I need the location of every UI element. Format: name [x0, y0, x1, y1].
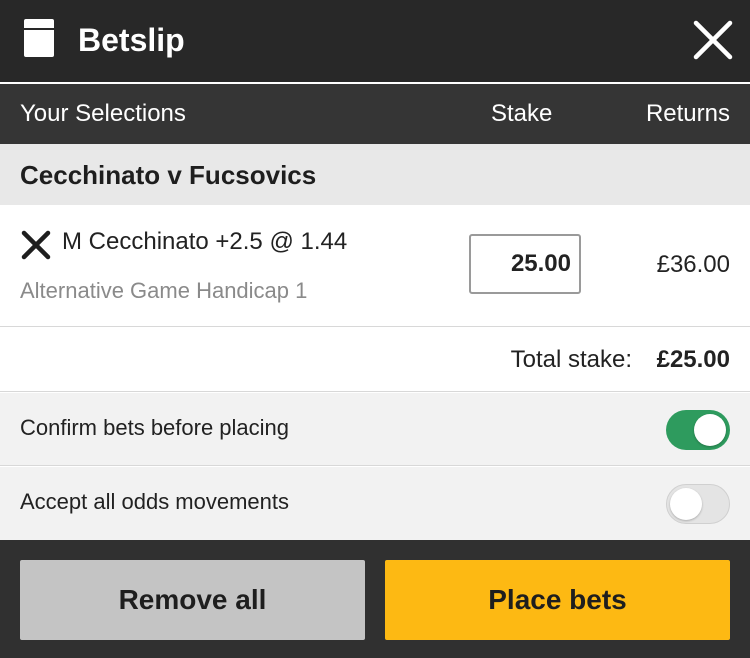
column-header-stake: Stake: [491, 100, 553, 127]
toggle-knob: [670, 488, 702, 520]
stake-input[interactable]: [469, 234, 581, 294]
accept-odds-toggle[interactable]: [666, 484, 730, 524]
event-header: Cecchinato v Fucsovics: [0, 144, 750, 205]
betslip-footer: Remove all Place bets: [0, 540, 750, 658]
selection-row: M Cecchinato +2.5 @ 1.44 Alternative Gam…: [0, 205, 750, 327]
place-bets-button[interactable]: Place bets: [385, 560, 730, 640]
close-icon: [693, 20, 733, 60]
toggle-knob: [694, 414, 726, 446]
total-stake-row: Total stake: £25.00: [0, 328, 750, 392]
page-title: Betslip: [78, 22, 185, 58]
betslip-titlebar: Betslip: [0, 0, 750, 82]
event-name: Cecchinato v Fucsovics: [20, 160, 317, 190]
remove-all-button[interactable]: Remove all: [20, 560, 365, 640]
remove-selection-button[interactable]: [20, 229, 52, 261]
column-header-row: Your Selections Stake Returns: [0, 84, 750, 144]
selection-name: M Cecchinato +2.5 @ 1.44: [62, 228, 348, 255]
remove-icon: [21, 230, 51, 260]
betslip-icon: [24, 19, 54, 57]
confirm-bets-label: Confirm bets before placing: [20, 415, 290, 440]
accept-odds-label: Accept all odds movements: [20, 489, 290, 514]
option-row-confirm-bets: Confirm bets before placing: [0, 393, 750, 466]
total-stake-value: £25.00: [656, 346, 730, 373]
column-header-selections: Your Selections: [20, 100, 186, 127]
option-row-accept-odds: Accept all odds movements: [0, 467, 750, 540]
selection-returns: £36.00: [656, 251, 730, 278]
total-stake-label: Total stake:: [510, 346, 632, 373]
column-header-returns: Returns: [645, 100, 730, 127]
selection-market: Alternative Game Handicap 1: [20, 278, 308, 303]
confirm-bets-toggle[interactable]: [666, 410, 730, 450]
close-button[interactable]: [692, 19, 734, 61]
